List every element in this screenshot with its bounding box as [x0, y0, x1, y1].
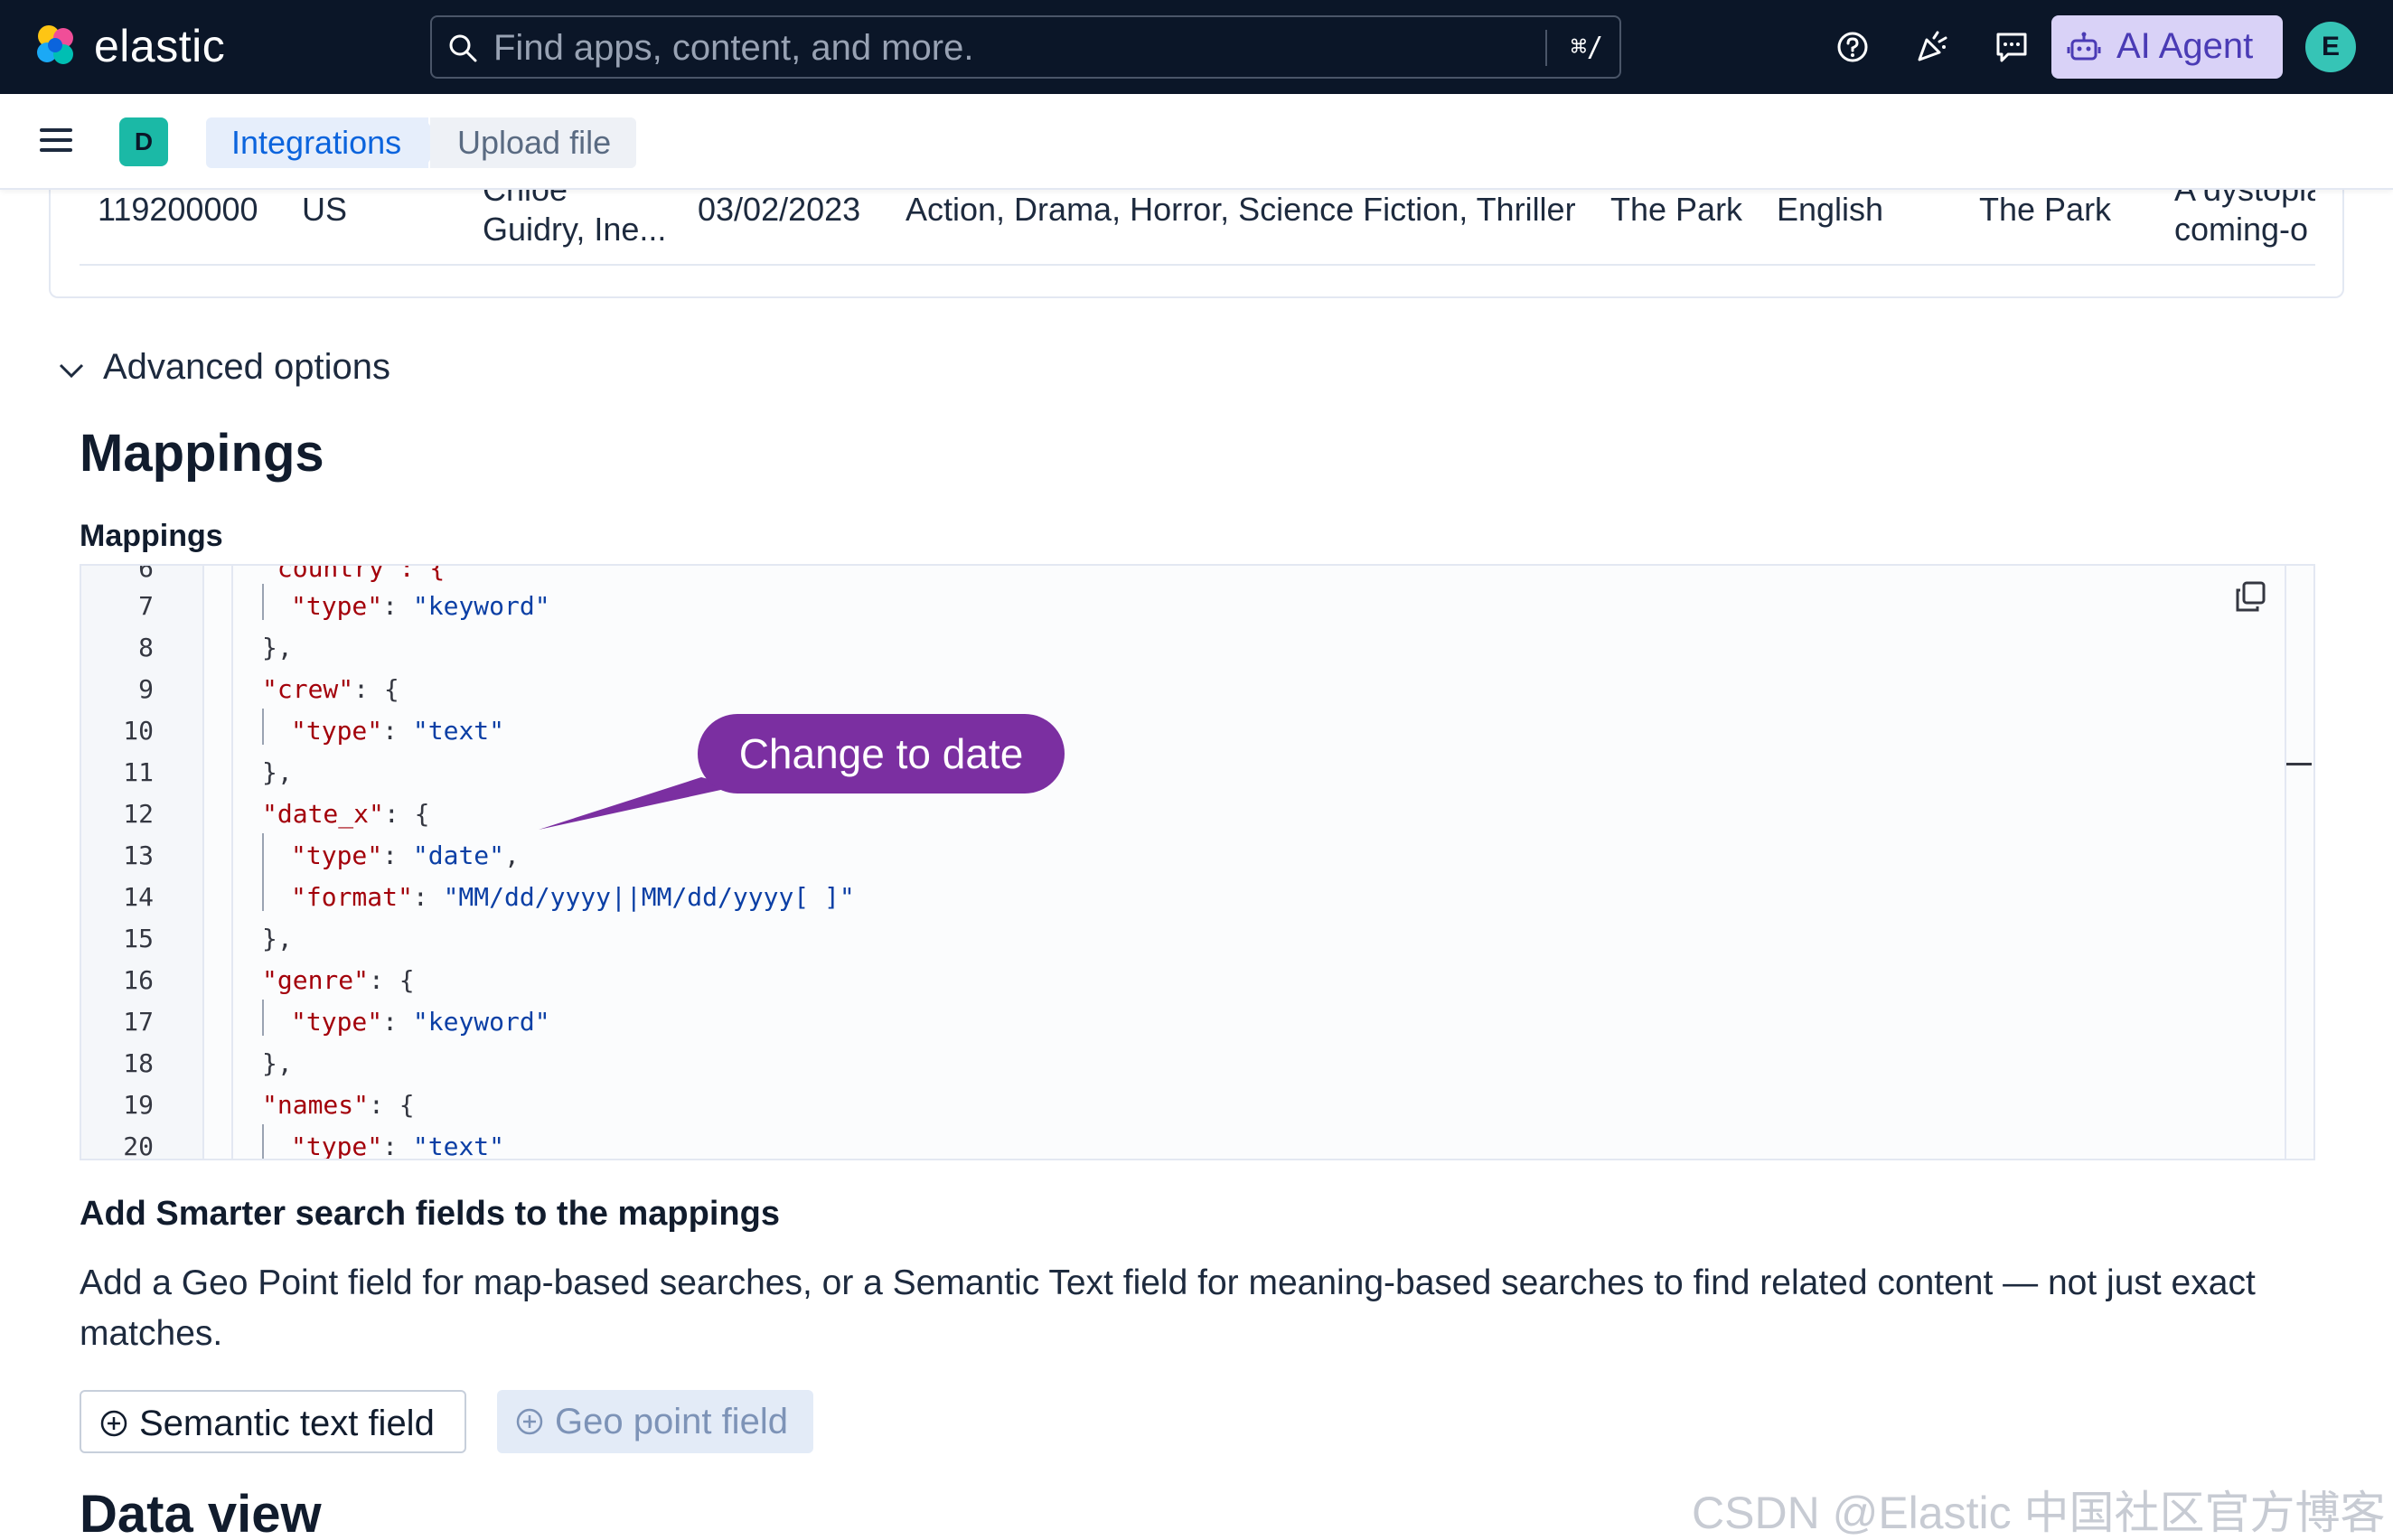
user-avatar[interactable]: E	[2305, 22, 2356, 72]
code-line: "type": "keyword"	[291, 1007, 550, 1037]
global-search-input[interactable]: Find apps, content, and more. ⌘/	[430, 15, 1621, 79]
mappings-code-editor[interactable]: 6 7 8 9 10 11 12 13 14 15 16 17 18 19 20…	[80, 564, 2315, 1160]
data-view-heading: Data view	[80, 1485, 322, 1540]
watermark: CSDN @Elastic 中国社区官方博客	[1692, 1488, 2386, 1538]
line-number: 11	[123, 757, 154, 787]
code-line: "date_x": {	[262, 799, 430, 829]
line-number: 7	[138, 591, 154, 621]
ai-agent-button[interactable]: AI Agent	[2051, 15, 2283, 79]
ai-agent-label: AI Agent	[2116, 26, 2254, 66]
semantic-text-field-label: Semantic text field	[139, 1404, 435, 1443]
feedback-chat-icon[interactable]	[1994, 29, 2030, 65]
code-line: "country": {	[262, 564, 446, 583]
code-line: "crew": {	[262, 674, 399, 704]
cell-budget: 119200000	[98, 191, 258, 228]
hamburger-menu-icon[interactable]	[40, 128, 72, 155]
cell-genre: Action, Drama, Horror, Science Fiction, …	[906, 191, 1576, 228]
chevron-down-icon[interactable]	[58, 360, 85, 381]
mappings-heading: Mappings	[80, 424, 324, 483]
brand-name[interactable]: elastic	[94, 20, 225, 72]
line-number: 6	[138, 564, 154, 583]
cell-orig-lang: English	[1777, 191, 1884, 228]
change-to-date-callout: Change to date	[698, 714, 1065, 793]
cell-date: 03/02/2023	[698, 191, 861, 228]
breadcrumb-bar: D Integrations Upload file	[0, 94, 2393, 190]
breadcrumb-integrations[interactable]: Integrations	[206, 117, 429, 168]
code-line: "type": "keyword"	[291, 591, 550, 621]
breadcrumb-upload-file: Upload file	[430, 117, 637, 168]
cell-orig-title: The Park	[1979, 191, 2112, 228]
line-number: 8	[138, 633, 154, 662]
semantic-text-field-button[interactable]: Semantic text field	[80, 1390, 466, 1453]
line-number: 14	[123, 882, 154, 912]
cell-overview-line2: coming-o	[2174, 211, 2309, 248]
code-line: "type": "date",	[291, 840, 520, 870]
advanced-options-toggle[interactable]: Advanced options	[103, 347, 390, 388]
indent-guide	[262, 1124, 264, 1159]
mappings-editor-label: Mappings	[80, 519, 223, 553]
code-line: },	[262, 633, 293, 662]
line-number: 10	[123, 716, 154, 746]
geo-point-field-label: Geo point field	[555, 1402, 788, 1441]
callout-pointer	[539, 777, 737, 830]
code-line: },	[262, 1048, 293, 1078]
indent-guide	[262, 584, 264, 620]
robot-icon	[2067, 32, 2101, 61]
cell-names: The Park	[1610, 191, 1743, 228]
code-line: "format": "MM/dd/yyyy||MM/dd/yyyy[ ]"	[291, 882, 855, 912]
line-number: 18	[123, 1048, 154, 1078]
line-number: 16	[123, 965, 154, 995]
code-line: "type": "text"	[291, 716, 505, 746]
scrollbar-thumb[interactable]	[2286, 763, 2312, 765]
line-number: 15	[123, 924, 154, 953]
line-number: 9	[138, 674, 154, 704]
cell-country: US	[302, 191, 348, 228]
indent-guide	[262, 833, 264, 911]
line-number: 17	[123, 1007, 154, 1037]
smarter-search-description: Add a Geo Point field for map-based sear…	[80, 1263, 2256, 1353]
copy-icon[interactable]	[2234, 580, 2266, 613]
space-avatar[interactable]: D	[119, 117, 168, 166]
line-number: 20	[123, 1132, 154, 1160]
geo-point-field-button[interactable]: Geo point field	[497, 1390, 813, 1453]
search-shortcut: ⌘/	[1570, 32, 1603, 63]
code-line: "genre": {	[262, 965, 415, 995]
search-placeholder: Find apps, content, and more.	[493, 28, 974, 68]
code-line: "type": "text"	[291, 1132, 505, 1160]
line-number: 19	[123, 1090, 154, 1120]
elastic-logo-icon[interactable]	[31, 20, 81, 70]
plus-circle-icon	[100, 1410, 127, 1437]
code-line: "names": {	[262, 1090, 415, 1120]
code-line: },	[262, 757, 293, 787]
top-header: elastic Find apps, content, and more. ⌘/	[0, 0, 2393, 94]
whats-new-icon[interactable]	[1914, 29, 1950, 65]
line-number: 12	[123, 799, 154, 829]
table-row-divider	[80, 264, 2315, 266]
indent-guide	[262, 1000, 264, 1036]
search-divider	[1545, 30, 1547, 66]
code-line: },	[262, 924, 293, 953]
search-icon	[449, 34, 477, 62]
line-number: 13	[123, 840, 154, 870]
plus-circle-icon	[516, 1408, 543, 1435]
help-icon[interactable]	[1835, 29, 1871, 65]
smarter-search-heading: Add Smarter search fields to the mapping…	[80, 1195, 780, 1233]
cell-crew-line2: Guidry, Ine...	[483, 211, 667, 248]
indent-guide	[262, 709, 264, 745]
indent-guide	[231, 566, 233, 1159]
editor-scrollbar[interactable]	[2285, 566, 2313, 1159]
